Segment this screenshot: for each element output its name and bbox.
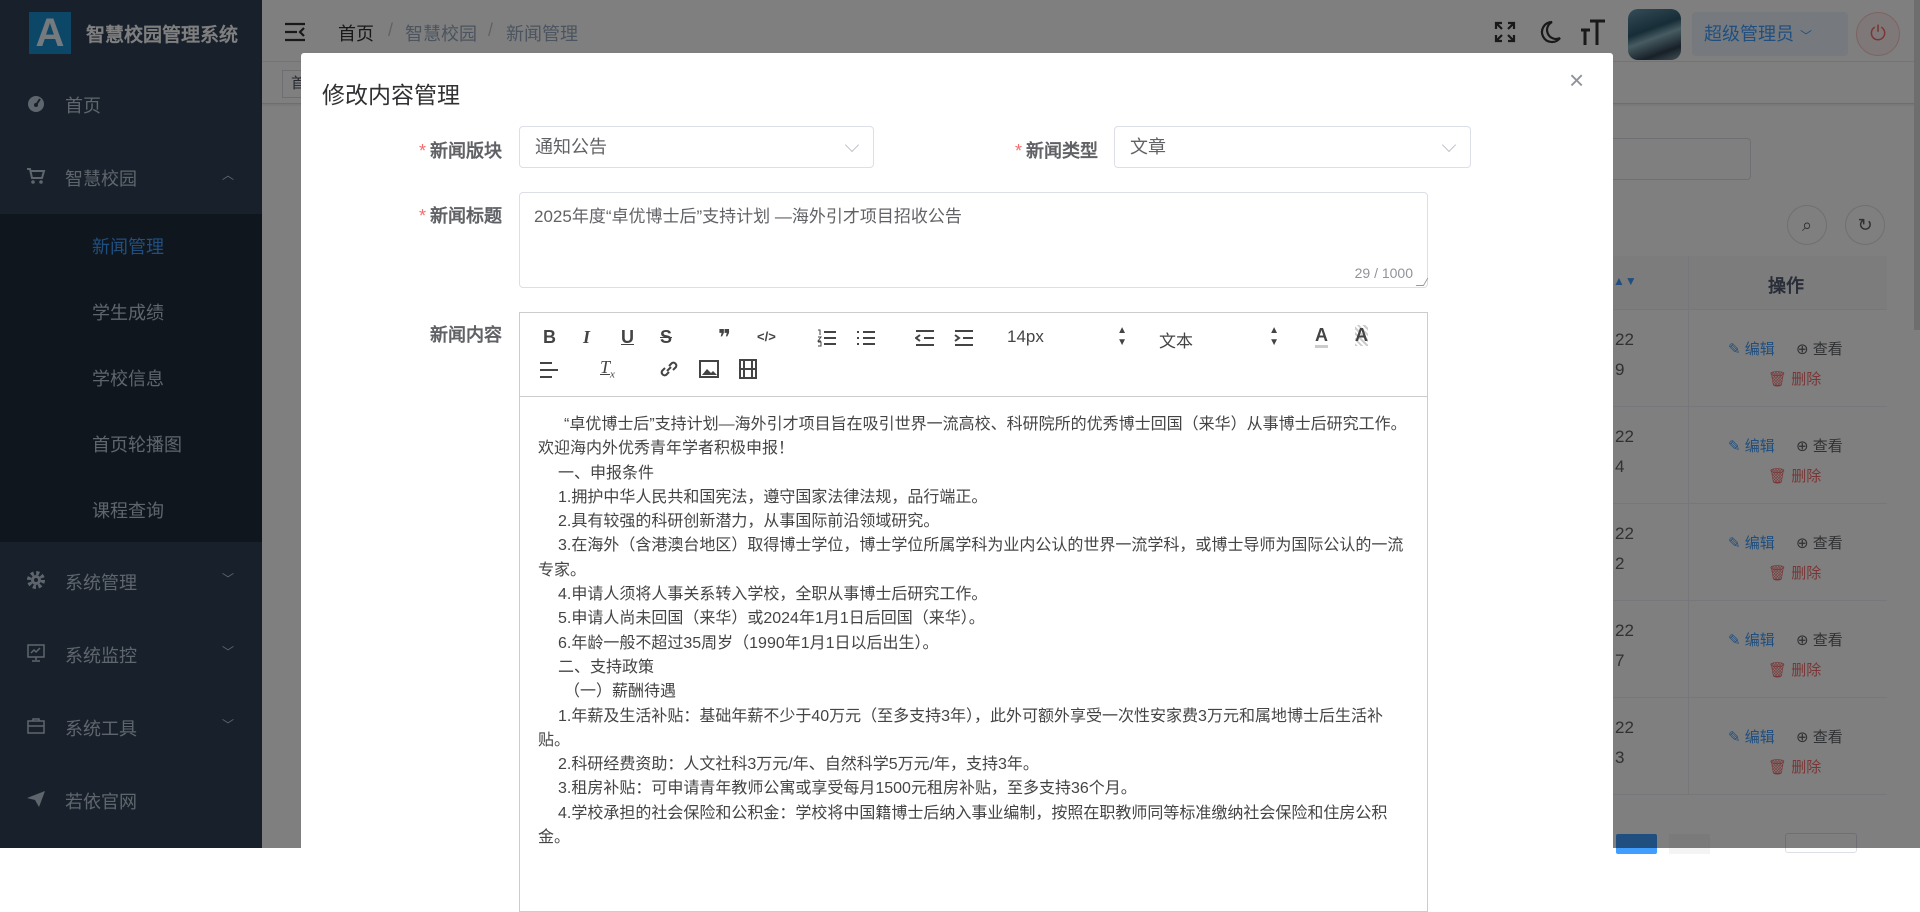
strike-button[interactable]: S xyxy=(660,327,672,348)
video-icon[interactable] xyxy=(739,359,757,379)
background-color-icon[interactable]: A xyxy=(1355,325,1368,346)
editor-content[interactable]: “卓优博士后”支持计划—海外引才项目旨在吸引世界一流高校、科研院所的优秀博士回国… xyxy=(538,413,1413,850)
blockquote-button[interactable]: ❞ xyxy=(718,325,731,351)
updown-arrow-icon: ▲ ▼ xyxy=(1269,325,1279,348)
type-select-value: 文章 xyxy=(1130,137,1166,157)
content-paragraph: 2.具有较强的科研创新潜力，从事国际前沿领域研究。 xyxy=(558,513,940,531)
bullet-list-icon[interactable] xyxy=(856,329,876,347)
text-color-icon[interactable]: A xyxy=(1315,325,1328,348)
content-paragraph: 3.在海外（含港澳台地区）取得博士学位，博士学位所属学科为业内公认的世界一流学科… xyxy=(538,537,1404,579)
close-icon[interactable]: × xyxy=(1569,65,1584,96)
type-label: * 新闻类型 xyxy=(1014,141,1098,161)
chevron-down-icon xyxy=(844,137,860,153)
rich-text-editor: B I U S ❞ </> 14px ▲ ▼ 文本 ▲ ▼ A A Tx “卓优博士后”… xyxy=(519,312,1428,912)
outdent-icon[interactable] xyxy=(915,329,935,347)
title-label: * 新闻标题 xyxy=(418,206,502,226)
code-block-button[interactable]: </> xyxy=(757,329,776,344)
align-icon[interactable] xyxy=(539,361,559,379)
dialog-title: 修改内容管理 xyxy=(322,82,460,108)
edit-content-dialog: 修改内容管理 × * 新闻版块 通知公告 * 新闻类型 文章 * 新闻标题 2025年… xyxy=(301,53,1613,912)
type-select[interactable]: 文章 xyxy=(1114,126,1471,168)
content-paragraph: 二、支持政策 xyxy=(558,658,655,676)
content-paragraph: （一）薪酬待遇 xyxy=(564,683,677,701)
content-paragraph: “卓优博士后”支持计划—海外引才项目旨在吸引世界一流高校、科研院所的优秀博士回国… xyxy=(538,416,1407,458)
bold-button[interactable]: B xyxy=(543,327,556,348)
chevron-down-icon xyxy=(1441,137,1457,153)
section-select[interactable]: 通知公告 xyxy=(519,126,874,168)
content-paragraph: 一、申报条件 xyxy=(558,464,655,482)
content-paragraph: 2.科研经费资助：人文社科3万元/年、自然科学5万元/年，支持3年。 xyxy=(558,756,1039,774)
content-paragraph: 1.年薪及生活补贴：基础年薪不少于40万元（至多支持3年），此外可额外享受一次性… xyxy=(538,707,1383,749)
content-paragraph: 4.学校承担的社会保险和公积金：学校将中国籍博士后纳入事业编制，按照在职教师同等… xyxy=(538,804,1388,847)
content-paragraph: 1.拥护中华人民共和国宪法，遵守国家法律法规，品行端正。 xyxy=(558,488,988,506)
indent-icon[interactable] xyxy=(954,329,974,347)
title-textarea[interactable]: 2025年度“卓优博士后”支持计划 —海外引才项目招收公告 29 / 1000 xyxy=(519,192,1429,288)
underline-button[interactable]: U xyxy=(621,327,634,348)
updown-arrow-icon: ▲ ▼ xyxy=(1117,325,1127,348)
resize-handle[interactable] xyxy=(1415,278,1429,286)
ordered-list-icon[interactable] xyxy=(817,329,837,347)
section-label: * 新闻版块 xyxy=(418,141,502,161)
content-paragraph: 5.申请人尚未回国（来华）或2024年1月1日后回国（来华）。 xyxy=(558,610,985,628)
editor-toolbar: B I U S ❞ </> 14px ▲ ▼ 文本 ▲ ▼ A A Tx xyxy=(520,313,1427,397)
header-value: 文本 xyxy=(1159,332,1193,351)
font-size-picker[interactable]: 14px ▲ ▼ xyxy=(1007,325,1127,351)
content-paragraph: 3.租房补贴：可申请青年教师公寓或享受每月1500元租房补贴，至多支持36个月。 xyxy=(558,780,1137,798)
link-icon[interactable] xyxy=(659,359,679,379)
content-paragraph: 6.年龄一般不超过35周岁（1990年1月1日以后出生）。 xyxy=(558,634,939,652)
section-select-value: 通知公告 xyxy=(535,137,607,157)
image-icon[interactable] xyxy=(699,360,719,378)
font-size-value: 14px xyxy=(1007,327,1044,346)
header-picker[interactable]: 文本 ▲ ▼ xyxy=(1159,325,1279,351)
clear-format-icon[interactable]: Tx xyxy=(600,357,615,381)
char-count: 29 / 1000 xyxy=(1354,265,1413,281)
content-paragraph: 4.申请人须将人事关系转入学校，全职从事博士后研究工作。 xyxy=(558,586,988,604)
content-label: 新闻内容 xyxy=(430,325,502,345)
italic-button[interactable]: I xyxy=(583,327,590,348)
title-textarea-value: 2025年度“卓优博士后”支持计划 —海外引才项目招收公告 xyxy=(534,207,962,226)
